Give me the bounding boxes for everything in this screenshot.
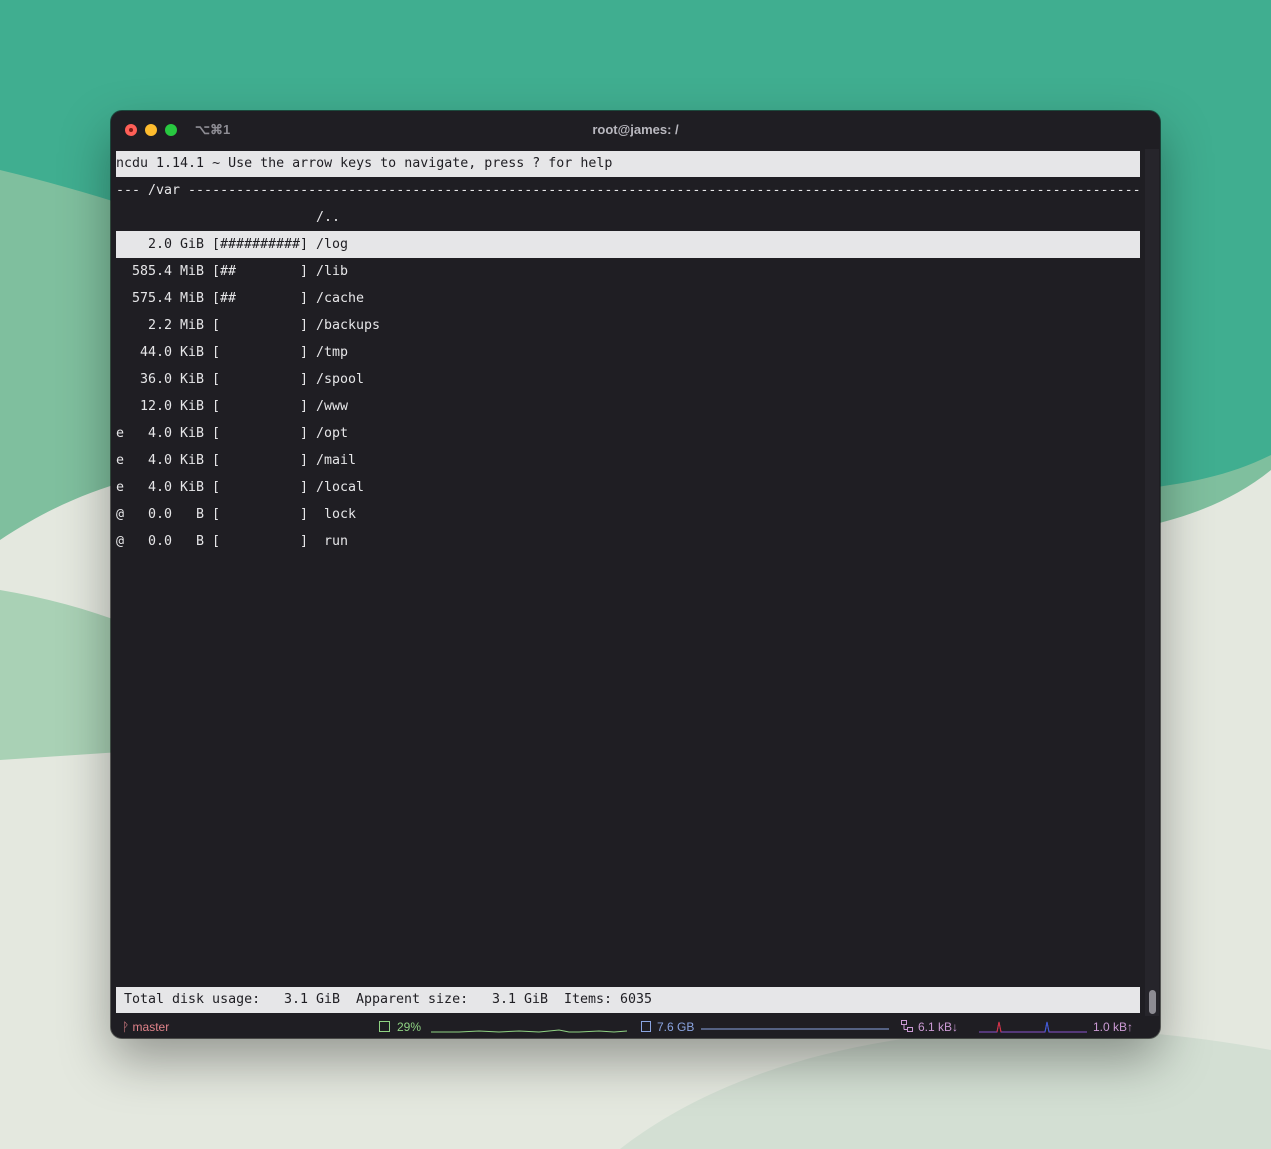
memory-icon — [641, 1021, 651, 1032]
row-name: /local — [316, 480, 365, 495]
window-title: root@james: / — [592, 122, 679, 137]
row-name: /spool — [316, 372, 365, 387]
directory-row[interactable]: 12.0 KiB [ ] /www — [116, 393, 1140, 420]
directory-row[interactable]: 585.4 MiB [## ] /lib — [116, 258, 1140, 285]
row-size: 575.4 MiB — [132, 291, 205, 306]
row-name: /backups — [316, 318, 381, 333]
row-name: /opt — [316, 426, 349, 441]
row-size: 4.0 KiB — [147, 426, 204, 441]
row-name: /lib — [316, 264, 349, 279]
row-size: 0.0 B — [147, 534, 204, 549]
row-usage-bar: [## ] — [212, 291, 309, 306]
row-name: /mail — [316, 453, 357, 468]
status-bar: ᚹ master 29% 7.6 GB 6.1 kB↓ 1.0 kB↑ — [111, 1016, 1160, 1038]
row-usage-bar: [ ] — [212, 453, 309, 468]
directory-row[interactable]: @0.0 B [ ] lock — [116, 501, 1140, 528]
total-disk-usage-value: 3.1 GiB — [284, 992, 341, 1007]
row-usage-bar: [ ] — [212, 480, 309, 495]
row-name: /tmp — [316, 345, 349, 360]
memory-graph — [701, 1028, 889, 1030]
row-size: 2.0 GiB — [147, 237, 204, 252]
directory-row[interactable]: 36.0 KiB [ ] /spool — [116, 366, 1140, 393]
row-usage-bar: [ ] — [212, 507, 309, 522]
parent-directory-label: /.. — [316, 210, 341, 225]
row-flag: e — [116, 426, 125, 441]
row-usage-bar: [ ] — [212, 345, 309, 360]
network-icon — [901, 1020, 913, 1032]
row-name: /log — [316, 237, 349, 252]
row-size: 4.0 KiB — [147, 480, 204, 495]
ncdu-header: ncdu 1.14.1 ~ Use the arrow keys to navi… — [116, 151, 1140, 177]
row-flag: e — [116, 480, 125, 495]
row-size: 2.2 MiB — [147, 318, 204, 333]
row-name: /cache — [316, 291, 365, 306]
row-flag: @ — [116, 507, 125, 522]
row-size: 585.4 MiB — [132, 264, 205, 279]
current-path-line: --- /var -------------------------------… — [116, 183, 1140, 198]
row-name: /www — [316, 399, 349, 414]
row-flag: @ — [116, 534, 125, 549]
row-usage-bar: [ ] — [212, 534, 309, 549]
row-usage-bar: [ ] — [212, 318, 309, 333]
row-size: 36.0 KiB — [139, 372, 204, 387]
git-branch[interactable]: ᚹ master — [122, 1020, 169, 1034]
row-size: 44.0 KiB — [139, 345, 204, 360]
directory-row[interactable]: 44.0 KiB [ ] /tmp — [116, 339, 1140, 366]
apparent-size-label: Apparent size: — [356, 992, 469, 1007]
directory-row[interactable]: 2.2 MiB [ ] /backups — [116, 312, 1140, 339]
cpu-usage: 29% — [397, 1020, 422, 1034]
directory-row[interactable]: e 4.0 KiB [ ] /opt — [116, 420, 1140, 447]
terminal-content[interactable]: ncdu 1.14.1 ~ Use the arrow keys to navi… — [116, 150, 1140, 1016]
items-count: 6035 — [620, 992, 653, 1007]
disk-usage-footer: Total disk usage: 3.1 GiB Apparent size:… — [116, 987, 1140, 1013]
git-branch-name: master — [132, 1020, 170, 1034]
directory-row[interactable]: @0.0 B [ ] run — [116, 528, 1140, 555]
row-usage-bar: [ ] — [212, 399, 309, 414]
network-download-rate: 6.1 kB↓ — [918, 1020, 959, 1034]
total-disk-usage-label: Total disk usage: — [124, 992, 261, 1007]
row-flag: e — [116, 453, 125, 468]
parent-directory-row[interactable]: /.. — [116, 204, 1140, 231]
row-usage-bar: [ ] — [212, 426, 309, 441]
scrollbar-thumb[interactable] — [1149, 990, 1156, 1014]
terminal-window: ⌥⌘1 root@james: / ncdu 1.14.1 ~ Use the … — [111, 111, 1160, 1038]
memory-usage: 7.6 GB — [657, 1020, 695, 1034]
git-branch-icon: ᚹ — [122, 1020, 133, 1034]
network-graph — [979, 1021, 1087, 1033]
row-size: 4.0 KiB — [147, 453, 204, 468]
directory-row-selected[interactable]: 2.0 GiB [##########] /log — [116, 231, 1140, 258]
apparent-size-value: 3.1 GiB — [492, 992, 549, 1007]
row-size: 0.0 B — [147, 507, 204, 522]
items-label: Items: — [564, 992, 613, 1007]
directory-row[interactable]: e 4.0 KiB [ ] /local — [116, 474, 1140, 501]
row-name: run — [316, 534, 349, 549]
row-name: lock — [316, 507, 357, 522]
row-size: 12.0 KiB — [139, 399, 204, 414]
directory-row[interactable]: e 4.0 KiB [ ] /mail — [116, 447, 1140, 474]
title-bar: ⌥⌘1 root@james: / — [111, 111, 1160, 149]
row-usage-bar: [ ] — [212, 372, 309, 387]
cpu-graph — [431, 1029, 628, 1033]
cpu-icon — [379, 1021, 390, 1032]
row-usage-bar: [##########] — [212, 237, 309, 252]
directory-row[interactable]: 575.4 MiB [## ] /cache — [116, 285, 1140, 312]
row-usage-bar: [## ] — [212, 264, 309, 279]
terminal-scrollbar[interactable] — [1145, 149, 1159, 1016]
network-upload-rate: 1.0 kB↑ — [1093, 1020, 1134, 1034]
